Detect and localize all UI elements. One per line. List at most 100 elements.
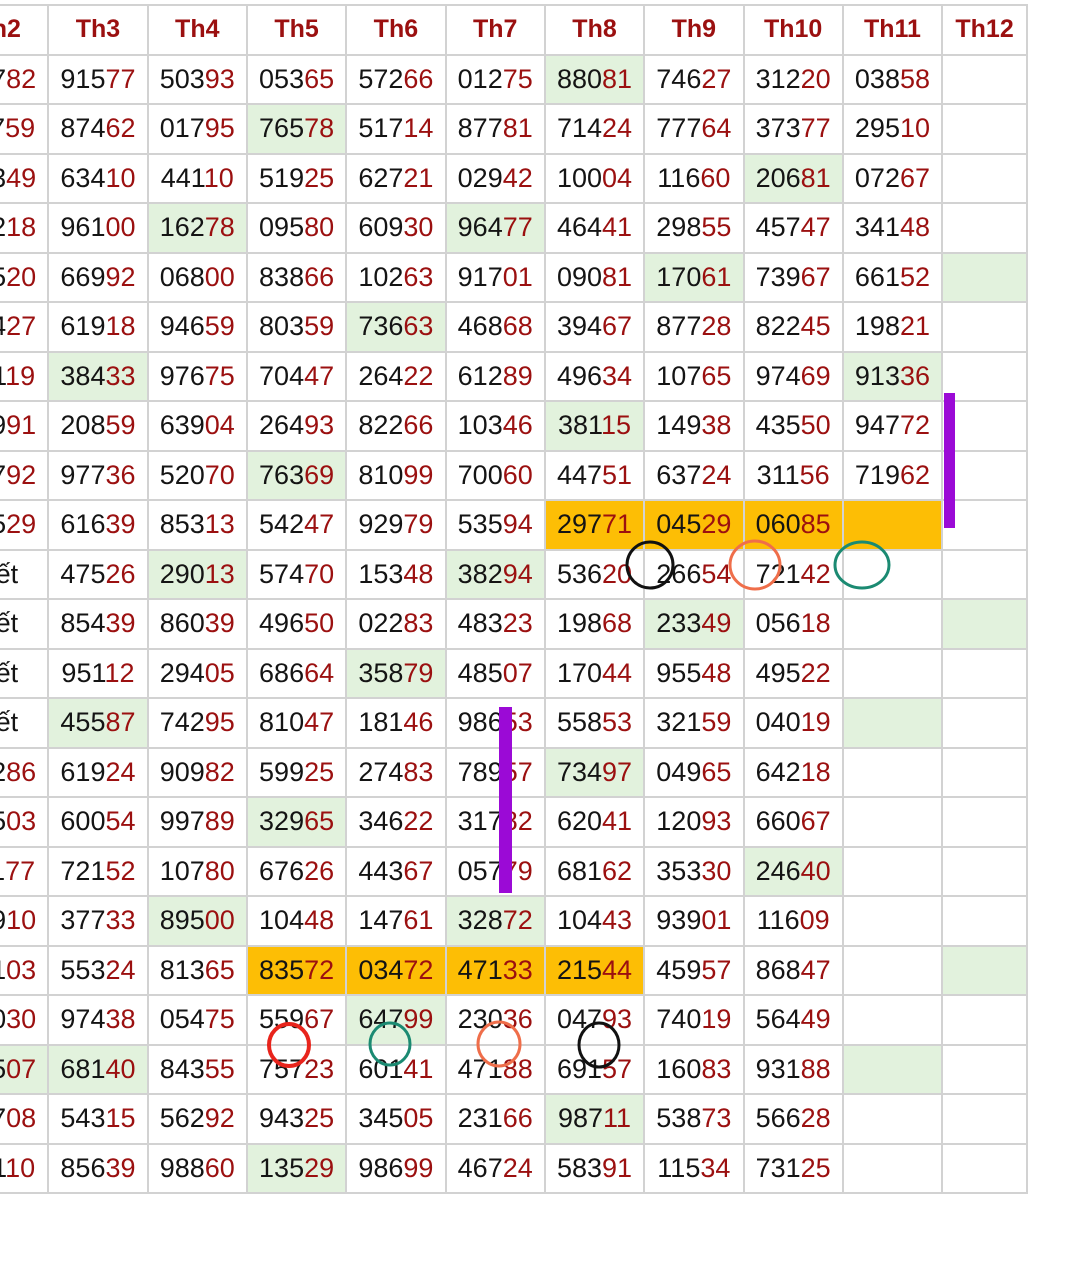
digits-head: 714 [556,113,603,144]
result-cell [841,1142,944,1194]
result-cell: 66067 [742,796,844,848]
result-cell: 68162 [543,845,646,897]
digits-tail: 25 [304,162,335,193]
digits-head: 601 [358,1053,404,1084]
digits-head: 562 [159,1103,205,1134]
digits-head: 854 [60,608,106,639]
digits-head: 317 [457,806,503,837]
digits-tail: 12 [104,657,135,688]
result-cell: 10780 [146,845,248,897]
digits-head: 612 [457,360,503,391]
digits-tail: 77 [5,855,36,886]
digits-head: 895 [159,905,205,936]
digits-head: 520 [159,459,205,490]
result-cell: 83866 [245,251,348,303]
result-cell: 58391 [543,1142,646,1194]
result-cell: 51714 [345,103,447,155]
digits-tail: 19 [5,360,36,391]
result-cell: 29855 [643,202,745,254]
digits-head: 457 [755,212,801,243]
digits-tail: 67 [800,806,831,837]
digits-head: 542 [259,509,305,540]
result-cell: 85286 [0,746,50,798]
digits-head: 496 [259,608,305,639]
result-cell: 71424 [543,103,646,155]
digits-head: 997 [159,806,205,837]
result-cell: 74627 [643,53,745,105]
digits-head: 721 [755,558,801,589]
digits-tail: 40 [105,1053,136,1084]
digits-tail: 66 [403,63,434,94]
digits-head: 160 [656,1053,702,1084]
digits-tail: 23 [502,608,533,639]
digits-tail: 39 [105,509,136,540]
digits-head: 153 [358,558,404,589]
result-cell: 85313 [146,499,248,551]
digits-tail: 01 [701,905,732,936]
digits-head: 789 [457,756,503,787]
table-row: 1211085639988601352998699467245839111534… [0,1142,1028,1194]
result-cell [941,103,1028,155]
digits-head: 107 [656,360,702,391]
result-cell: 60507 [0,1043,50,1095]
digits-head: 681 [556,855,603,886]
result-cell: 21177 [0,845,50,897]
digits-tail: 78 [204,212,235,243]
digits-tail: 01 [502,261,533,292]
result-cell: 66152 [841,251,944,303]
digits-head: 947 [854,410,900,441]
result-cell: 85639 [47,1142,149,1194]
digits-tail: 38 [701,410,732,441]
table-row: Tết9511229405686643587948507170449554849… [0,647,1028,699]
result-cell: Tết [0,697,50,749]
digits-tail: 79 [502,855,533,886]
digits-head: 974 [60,1004,106,1035]
digits-tail: 47 [800,954,831,985]
digits-tail: 11 [603,1103,632,1134]
digits-tail: 72 [304,954,335,985]
digits-tail: 29 [6,509,37,540]
result-cell: 64799 [345,994,447,1046]
digits-tail: 40 [800,855,831,886]
digits-tail: 65 [204,954,235,985]
result-cell: 54315 [47,1093,149,1145]
digits-tail: 59 [5,113,36,144]
digits-tail: 93 [602,1004,633,1035]
digits-head: 459 [656,954,702,985]
result-cell: 82266 [345,400,447,452]
digits-head: 147 [358,905,404,936]
digits-head: 553 [60,954,106,985]
result-cell: 59925 [245,746,348,798]
digits-tail: 83 [701,1053,732,1084]
result-cell: 89500 [146,895,248,947]
result-cell [941,1093,1028,1145]
result-cell: 61918 [47,301,149,353]
digits-tail: 72 [403,954,434,985]
table-row: 4150360054997893296534622317826204112093… [0,796,1028,848]
result-cell: 44110 [146,152,248,204]
result-cell: 57266 [345,53,447,105]
digits-tail: 48 [304,905,335,936]
digits-head: 090 [556,261,603,292]
digits-head: 669 [60,261,106,292]
result-cell: 63724 [643,449,745,501]
result-cell: 38115 [543,400,646,452]
digits-head: 931 [755,1053,801,1084]
digits-tail: 59 [105,410,136,441]
digits-tail: 48 [899,212,931,243]
result-cell: 01795 [146,103,248,155]
result-cell: 37377 [742,103,844,155]
table-row: 1175987462017957657851714877817142477764… [0,103,1028,155]
digits-head: 054 [159,1004,205,1035]
digits-head: 297 [556,509,603,540]
result-cell: 61924 [47,746,149,798]
digits-tail: 26 [304,855,335,886]
digits-head: 691 [556,1053,603,1084]
table-row: 7210355324813658357203472471332154445957… [0,944,1028,996]
result-cell: 98860 [146,1142,248,1194]
digits-tail: 68 [602,608,633,639]
digits-head: 115 [657,1152,701,1183]
digits-head: 860 [159,608,205,639]
digits-head: 721 [60,855,106,886]
digits-tail: 27 [701,63,732,94]
